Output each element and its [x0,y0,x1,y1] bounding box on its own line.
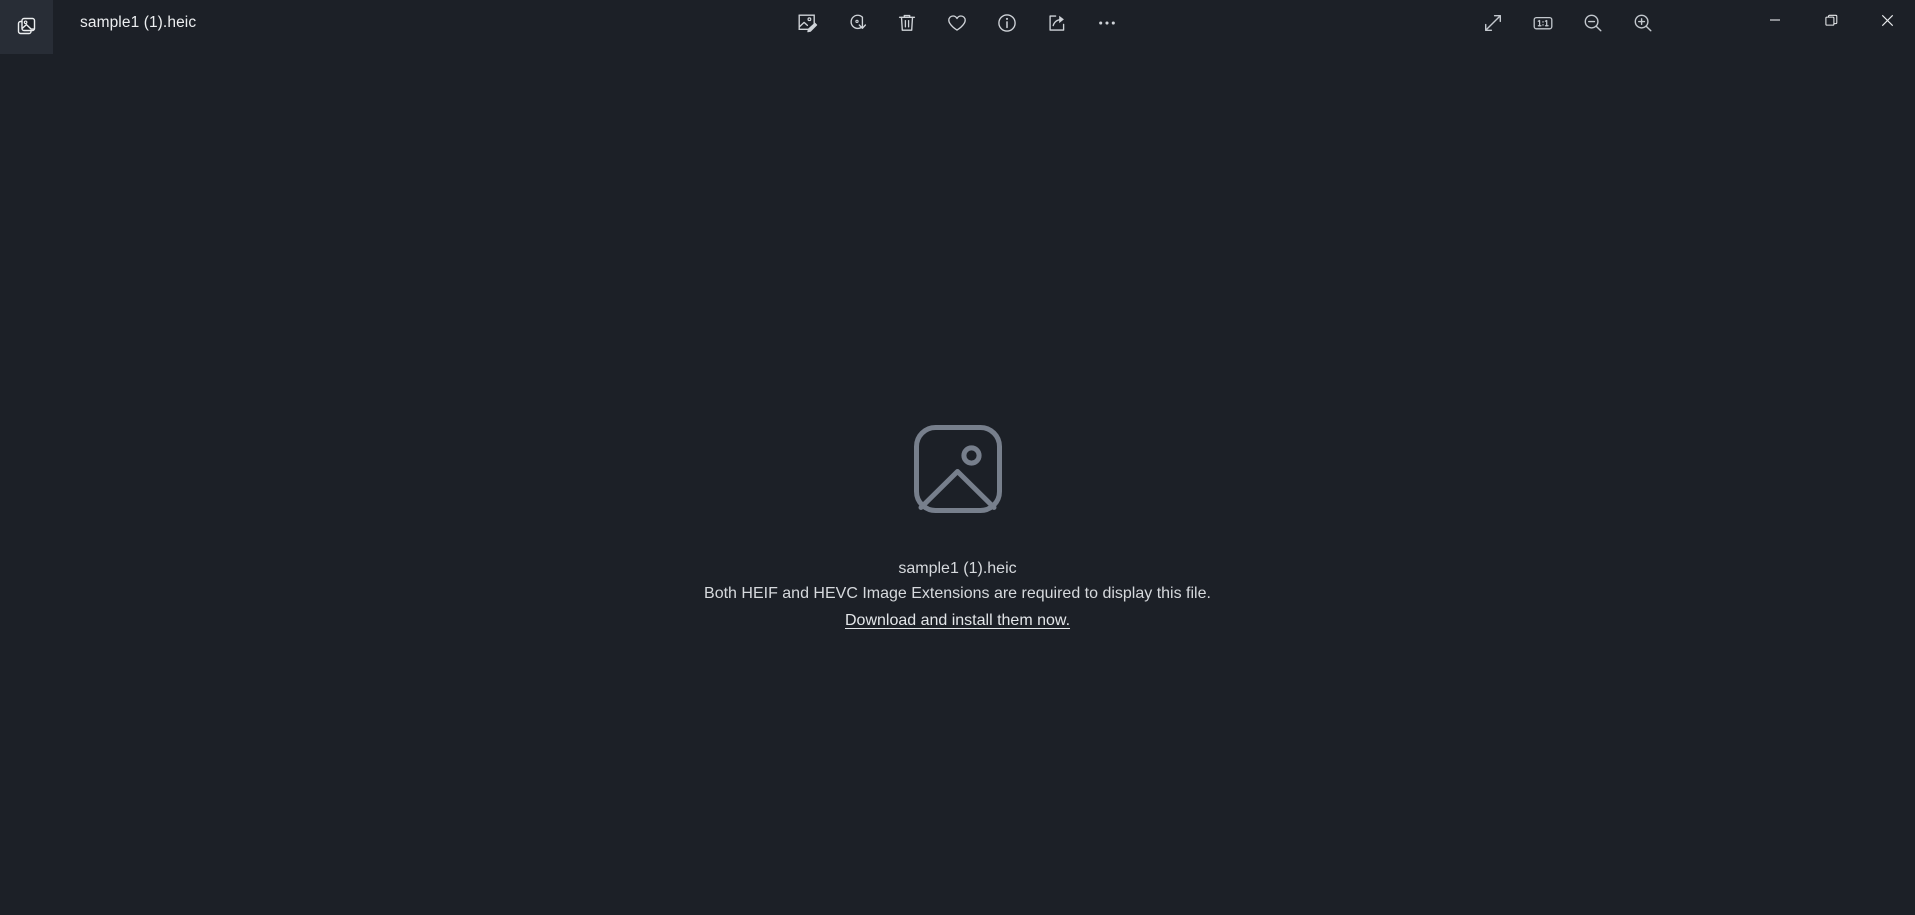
restore-button[interactable] [1803,0,1859,40]
one-to-one-icon [1531,12,1555,34]
image-canvas: sample1 (1).heic Both HEIF and HEVC Imag… [0,54,1915,915]
unsupported-message-text: Both HEIF and HEVC Image Extensions are … [704,585,1211,602]
image-placeholder-icon [912,423,1004,515]
delete-button[interactable] [882,0,932,46]
info-icon [996,12,1018,34]
zoom-in-button[interactable] [1618,0,1668,46]
zoom-out-icon [1582,12,1604,34]
close-button[interactable] [1859,0,1915,40]
info-button[interactable] [982,0,1032,46]
unsupported-file-name: sample1 (1).heic [898,560,1017,577]
minimize-button[interactable] [1747,0,1803,40]
share-button[interactable] [1032,0,1082,46]
minimize-icon [1769,14,1781,26]
edit-image-button[interactable] [782,0,832,46]
zoom-in-icon [1632,12,1654,34]
restore-icon [1824,14,1838,27]
image-toolbar [782,0,1132,46]
actual-size-button[interactable] [1518,0,1568,46]
titlebar: sample1 (1).heic [0,0,1915,54]
window-title: sample1 (1).heic [80,14,197,31]
rotate-button[interactable] [832,0,882,46]
close-icon [1881,14,1894,27]
share-icon [1046,12,1068,34]
edit-image-icon [796,12,818,34]
fullscreen-arrows-icon [1482,12,1504,34]
favorite-button[interactable] [932,0,982,46]
fullscreen-button[interactable] [1468,0,1518,46]
rotate-icon [846,12,868,34]
trash-icon [896,12,918,34]
more-options-button[interactable] [1082,0,1132,46]
ellipsis-icon [1096,12,1118,34]
download-extensions-link[interactable]: Download and install them now. [845,608,1070,633]
heart-icon [946,12,968,34]
photos-stack-icon [16,16,38,38]
photos-viewer-window: sample1 (1).heic sample1 (1).heic Both H… [0,0,1915,915]
app-tab[interactable] [0,0,53,54]
view-toolbar [1468,0,1668,46]
unsupported-format-message: sample1 (1).heic Both HEIF and HEVC Imag… [0,423,1915,633]
window-controls [1747,0,1915,40]
zoom-out-button[interactable] [1568,0,1618,46]
